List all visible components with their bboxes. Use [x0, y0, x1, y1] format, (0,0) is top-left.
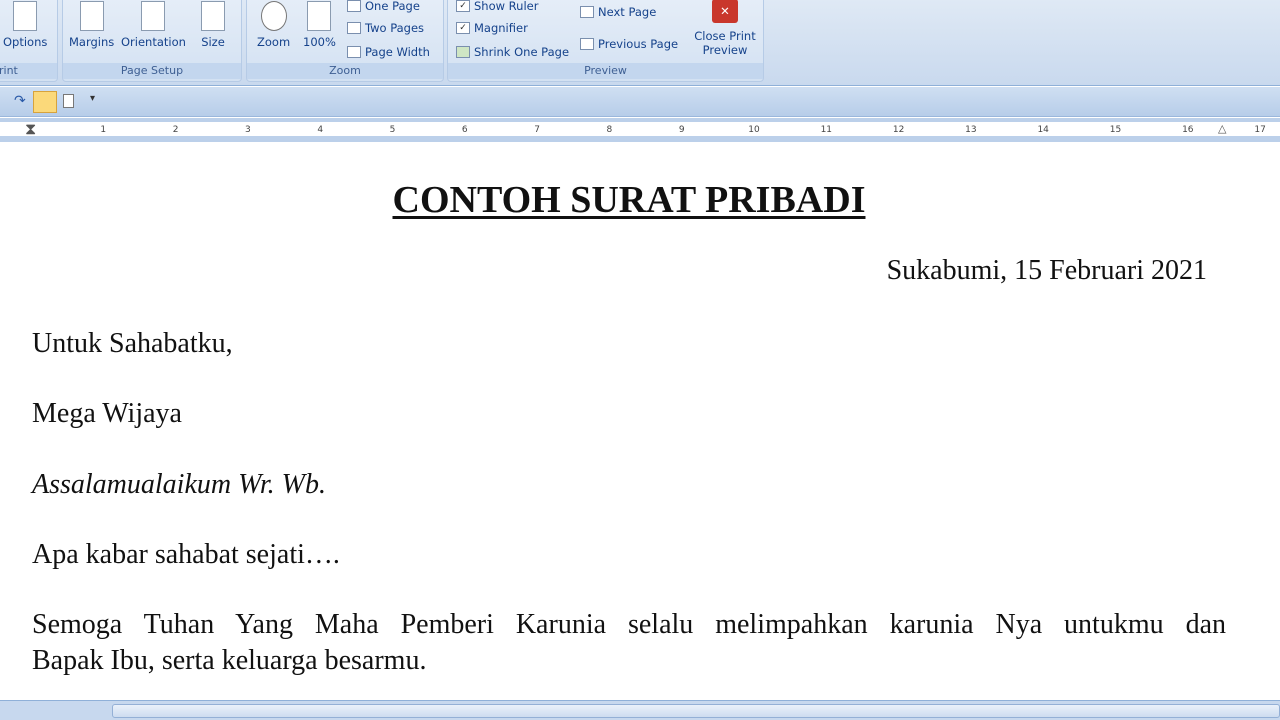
letter-greeting: Untuk Sahabatku, — [32, 328, 233, 359]
right-indent-marker-icon[interactable]: △ — [1218, 122, 1226, 135]
group-label: Page Setup — [63, 63, 241, 79]
next-page-button[interactable]: Next Page — [580, 5, 656, 19]
ruler-number: 11 — [820, 125, 833, 135]
document-page: CONTOH SURAT PRIBADI Sukabumi, 15 Februa… — [0, 142, 1280, 700]
new-document-icon[interactable] — [63, 94, 74, 108]
size-button[interactable]: Size — [201, 1, 225, 49]
ruler-number: 7 — [534, 125, 540, 135]
ruler-number: 1 — [100, 125, 107, 135]
group-label: Zoom — [247, 63, 443, 79]
ruler-number: 13 — [965, 125, 977, 135]
options-button[interactable]: Options — [3, 1, 47, 49]
magnifier-checkbox[interactable]: ✓ Magnifier — [456, 21, 528, 35]
scrollbar-thumb[interactable] — [112, 704, 1280, 718]
ruler-number: 15 — [1109, 125, 1122, 135]
one-page-button[interactable]: One Page — [347, 0, 420, 13]
ruler-number: 16 — [1182, 125, 1194, 135]
shrink-one-page-button[interactable]: Shrink One Page — [456, 45, 569, 59]
ruler-strip: 1 2 3 4 5 6 7 8 9 10 11 12 13 14 15 16 17 — [0, 122, 1280, 136]
print-preview-icon[interactable] — [33, 91, 57, 113]
close-icon: ✕ — [712, 0, 738, 23]
zoom-group: Zoom 100% One Page Two Pages Page Width … — [246, 0, 444, 82]
preview-group: ✓ Show Ruler ✓ Magnifier Shrink One Page N… — [447, 0, 764, 82]
group-label: Preview — [448, 63, 763, 79]
printer-icon — [13, 1, 38, 31]
size-icon — [201, 1, 225, 31]
two-pages-button[interactable]: Two Pages — [347, 21, 424, 35]
previous-page-button[interactable]: Previous Page — [580, 37, 678, 51]
next-page-icon — [580, 6, 594, 18]
orientation-icon — [141, 1, 166, 31]
group-label: rint — [0, 63, 57, 79]
letter-date: Sukabumi, 15 Februari 2021 — [886, 255, 1207, 286]
checkbox-checked-icon: ✓ — [456, 0, 470, 12]
ruler-number: 12 — [892, 125, 905, 135]
ribbon: Options rint Margins Orientation Size Pa… — [0, 0, 1280, 86]
opening-salam: Assalamualaikum Wr. Wb. — [32, 469, 326, 500]
redo-icon[interactable]: ↷ — [14, 93, 26, 109]
page-width-button[interactable]: Page Width — [347, 45, 430, 59]
ruler-number: 8 — [606, 125, 613, 135]
body-paragraph-line: Bapak Ibu, serta keluarga besarmu. — [32, 645, 427, 676]
margins-icon — [79, 1, 104, 31]
ruler-number: 5 — [389, 125, 396, 135]
close-print-preview-button[interactable]: ✕ Close Print Preview — [692, 0, 758, 57]
page-100-icon — [307, 1, 332, 31]
two-pages-icon — [347, 22, 361, 34]
customize-toolbar-icon[interactable]: ▾ — [90, 93, 95, 104]
magnifier-icon — [260, 1, 287, 31]
ruler-number: 10 — [748, 125, 760, 135]
ruler-number: 4 — [317, 125, 324, 135]
show-ruler-checkbox[interactable]: ✓ Show Ruler — [456, 0, 538, 13]
horizontal-ruler[interactable]: 1 2 3 4 5 6 7 8 9 10 11 12 13 14 15 16 17 ⧗ △ — [0, 118, 1280, 142]
body-line: Apa kabar sahabat sejati…. — [32, 539, 340, 570]
horizontal-scrollbar[interactable] — [0, 700, 1280, 720]
ruler-number: 3 — [245, 125, 251, 135]
ruler-number: 2 — [172, 125, 179, 135]
checkbox-checked-icon: ✓ — [456, 22, 470, 34]
document-title: CONTOH SURAT PRIBADI — [392, 179, 866, 221]
ruler-number: 17 — [1254, 125, 1266, 135]
orientation-button[interactable]: Orientation — [121, 1, 186, 49]
one-page-icon — [347, 0, 361, 12]
previous-page-icon — [580, 38, 594, 50]
margins-button[interactable]: Margins — [69, 1, 114, 49]
ruler-number: 6 — [461, 125, 468, 135]
recipient-name: Mega Wijaya — [32, 398, 182, 429]
indent-marker-icon[interactable]: ⧗ — [25, 118, 36, 140]
ruler-number: 14 — [1037, 125, 1049, 135]
quick-access-toolbar: ↷ ▾ — [0, 87, 1280, 117]
ruler-number: 9 — [678, 125, 685, 135]
zoom-button[interactable]: Zoom — [257, 1, 290, 49]
page-setup-group: Margins Orientation Size Page Setup — [62, 0, 242, 82]
print-group: Options rint — [0, 0, 58, 82]
zoom-100-button[interactable]: 100% — [303, 1, 336, 49]
page-width-icon — [347, 46, 361, 58]
shrink-icon — [456, 46, 470, 58]
body-paragraph-line: Semoga Tuhan Yang Maha Pemberi Karunia s… — [32, 609, 1226, 640]
